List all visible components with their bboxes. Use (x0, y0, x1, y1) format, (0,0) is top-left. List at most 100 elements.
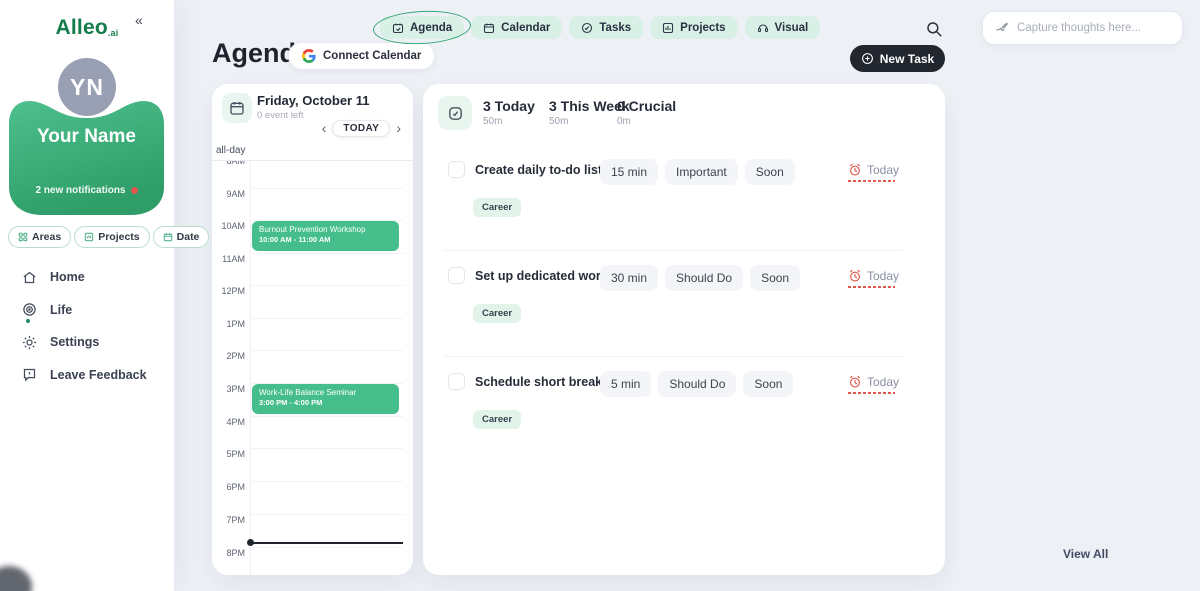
notifications-label[interactable]: 2 new notifications (9, 185, 164, 196)
due-date-badge[interactable]: Today (848, 375, 899, 389)
task-tag-career[interactable]: Career (473, 198, 521, 217)
current-time-dot (247, 539, 254, 546)
tab-visual[interactable]: Visual (745, 16, 821, 39)
agenda-icon (392, 22, 404, 34)
sidebar: Alleo.ai « YN Your Name 2 new notificati… (0, 0, 174, 591)
urgency-pill[interactable]: Soon (745, 159, 795, 185)
calendar-event[interactable]: Burnout Prevention Workshop 10:00 AM - 1… (252, 221, 399, 251)
task-divider (443, 250, 903, 251)
hour-label: 12PM (212, 286, 245, 296)
sidebar-item-home[interactable]: Home (22, 266, 147, 288)
next-day-button[interactable]: › (396, 120, 401, 137)
task-title[interactable]: Create daily to-do list (475, 163, 602, 177)
task-checkbox[interactable] (448, 373, 465, 390)
tab-agenda[interactable]: Agenda (380, 16, 464, 39)
user-name: Your Name (9, 126, 164, 148)
filter-date-label: Date (177, 231, 200, 243)
sidebar-item-feedback[interactable]: Leave Feedback (22, 364, 147, 386)
tab-label: Calendar (501, 22, 550, 34)
feedback-bubble-icon (22, 367, 37, 382)
hour-line (250, 448, 403, 449)
avatar[interactable]: YN (58, 58, 116, 116)
filter-date-button[interactable]: Date (153, 226, 210, 248)
calendar-icon (483, 22, 495, 34)
due-date-badge[interactable]: Today (848, 163, 899, 177)
hour-label: 4PM (212, 417, 245, 427)
connect-calendar-label: Connect Calendar (323, 50, 421, 62)
calendar-nav: ‹ TODAY › (322, 120, 401, 137)
alarm-clock-icon (848, 375, 862, 389)
task-title[interactable]: Schedule short break (475, 375, 602, 389)
priority-pill[interactable]: Important (665, 159, 738, 185)
sidebar-item-label: Settings (50, 335, 99, 349)
alarm-clock-icon (848, 269, 862, 283)
areas-grid-icon (18, 232, 28, 242)
duration-pill[interactable]: 15 min (600, 159, 658, 185)
task-tag-career[interactable]: Career (473, 410, 521, 429)
projects-chart-icon (662, 22, 674, 34)
view-all-link[interactable]: View All (1063, 547, 1108, 561)
app-logo: Alleo.ai (0, 16, 174, 40)
calendar-time-grid: 8AM 9AM 10AM 11AM 12PM 1PM 2PM 3PM 4PM 5… (212, 140, 413, 575)
home-icon (22, 270, 37, 285)
event-title: Work-Life Balance Seminar (259, 387, 392, 398)
hour-line (250, 318, 403, 319)
sidebar-item-settings[interactable]: Settings (22, 331, 147, 353)
task-divider (443, 356, 903, 357)
hour-label: 1PM (212, 319, 245, 329)
search-icon[interactable] (925, 20, 943, 38)
sidebar-filter-row: Areas Projects Date (8, 226, 209, 248)
tab-tasks[interactable]: Tasks (569, 16, 643, 39)
task-pills: 15 min Important Soon (600, 159, 795, 185)
hour-label: 2PM (212, 351, 245, 361)
calendar-event[interactable]: Work-Life Balance Seminar 3:00 PM - 4:00… (252, 384, 399, 414)
sidebar-collapse-icon[interactable]: « (135, 12, 143, 28)
current-time-line (250, 542, 403, 544)
prev-day-button[interactable]: ‹ (322, 120, 327, 137)
task-checkbox[interactable] (448, 267, 465, 284)
capture-thoughts-input[interactable] (1017, 22, 1170, 34)
priority-pill[interactable]: Should Do (658, 371, 736, 397)
sidebar-item-life[interactable]: Life (22, 299, 147, 321)
tab-label: Agenda (410, 22, 452, 34)
scribble-pen-icon (995, 21, 1009, 35)
duration-pill[interactable]: 30 min (600, 265, 658, 291)
due-date-badge[interactable]: Today (848, 269, 899, 283)
urgency-pill[interactable]: Soon (750, 265, 800, 291)
sidebar-item-label: Home (50, 270, 85, 284)
task-tag-career[interactable]: Career (473, 304, 521, 323)
hour-line (250, 253, 403, 254)
task-row: Schedule short break 5 min Should Do Soo… (423, 368, 945, 474)
urgency-pill[interactable]: Soon (743, 371, 793, 397)
hour-line (250, 481, 403, 482)
time-column-divider (250, 140, 251, 575)
calendar-events-left: 0 event left (257, 110, 303, 121)
stat-sub: 0m (617, 116, 676, 127)
due-label: Today (867, 163, 899, 177)
hour-label: 9AM (212, 189, 245, 199)
event-title: Burnout Prevention Workshop (259, 224, 392, 235)
tab-calendar[interactable]: Calendar (471, 16, 562, 39)
connect-calendar-button[interactable]: Connect Calendar (288, 42, 435, 70)
task-checkbox[interactable] (448, 161, 465, 178)
hour-label: 10AM (212, 221, 245, 231)
filter-areas-label: Areas (32, 231, 61, 243)
hour-line (250, 350, 403, 351)
life-target-icon (22, 302, 37, 317)
today-button[interactable]: TODAY (332, 120, 390, 137)
task-pills: 5 min Should Do Soon (600, 371, 793, 397)
app-root: Alleo.ai « YN Your Name 2 new notificati… (0, 0, 1200, 591)
stat-crucial: 0 Crucial 0m (617, 98, 676, 127)
hour-line (250, 416, 403, 417)
tab-projects[interactable]: Projects (650, 16, 737, 39)
new-task-button[interactable]: New Task (850, 45, 945, 72)
hour-label: 11AM (212, 254, 245, 264)
hour-label: 3PM (212, 384, 245, 394)
duration-pill[interactable]: 5 min (600, 371, 651, 397)
filter-areas-button[interactable]: Areas (8, 226, 71, 248)
due-label: Today (867, 375, 899, 389)
sidebar-item-label: Life (50, 303, 72, 317)
priority-pill[interactable]: Should Do (665, 265, 743, 291)
filter-projects-button[interactable]: Projects (74, 226, 149, 248)
sidebar-nav: Home Life Settings Leave Feedback (22, 266, 147, 396)
